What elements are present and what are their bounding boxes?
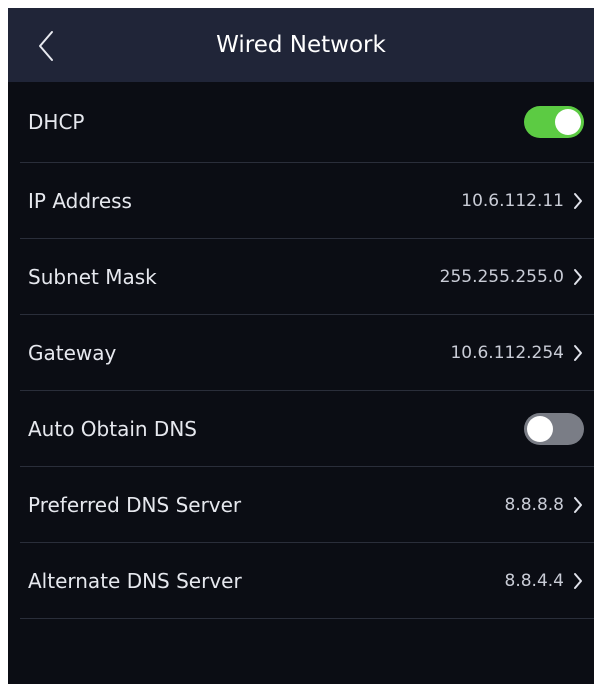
setting-label: IP Address (28, 188, 132, 213)
header-bar: Wired Network (8, 8, 594, 82)
toggle-knob (555, 109, 581, 135)
setting-label: Alternate DNS Server (28, 568, 242, 593)
chevron-right-icon (572, 343, 584, 363)
setting-label: DHCP (28, 110, 85, 134)
chevron-right-icon (572, 571, 584, 591)
subnet-mask-row[interactable]: Subnet Mask 255.255.255.0 (20, 239, 594, 315)
gateway-row[interactable]: Gateway 10.6.112.254 (20, 315, 594, 391)
setting-value: 8.8.8.8 (504, 494, 564, 515)
ip-address-row[interactable]: IP Address 10.6.112.11 (20, 163, 594, 239)
settings-list: DHCP IP Address 10.6.112.11 Subnet Mask … (8, 82, 594, 619)
auto-obtain-dns-toggle[interactable] (524, 412, 584, 445)
chevron-right-icon (572, 191, 584, 211)
dhcp-toggle[interactable] (524, 106, 584, 138)
auto-obtain-dns-row[interactable]: Auto Obtain DNS (20, 391, 594, 467)
toggle-knob (527, 415, 553, 442)
setting-value: 10.6.112.11 (461, 190, 564, 211)
setting-label: Subnet Mask (28, 264, 157, 289)
chevron-right-icon (572, 267, 584, 287)
setting-label: Gateway (28, 340, 117, 365)
page-title: Wired Network (216, 32, 386, 58)
dhcp-row[interactable]: DHCP (20, 82, 594, 163)
preferred-dns-row[interactable]: Preferred DNS Server 8.8.8.8 (20, 467, 594, 543)
setting-value: 255.255.255.0 (439, 266, 564, 287)
wired-network-screen: Wired Network DHCP IP Address 10.6.112.1… (8, 8, 594, 684)
setting-label: Auto Obtain DNS (28, 416, 197, 441)
setting-value: 8.8.4.4 (504, 570, 564, 591)
setting-label: Preferred DNS Server (28, 492, 242, 517)
chevron-right-icon (572, 495, 584, 515)
setting-value: 10.6.112.254 (450, 342, 564, 363)
alternate-dns-row[interactable]: Alternate DNS Server 8.8.4.4 (20, 543, 594, 619)
